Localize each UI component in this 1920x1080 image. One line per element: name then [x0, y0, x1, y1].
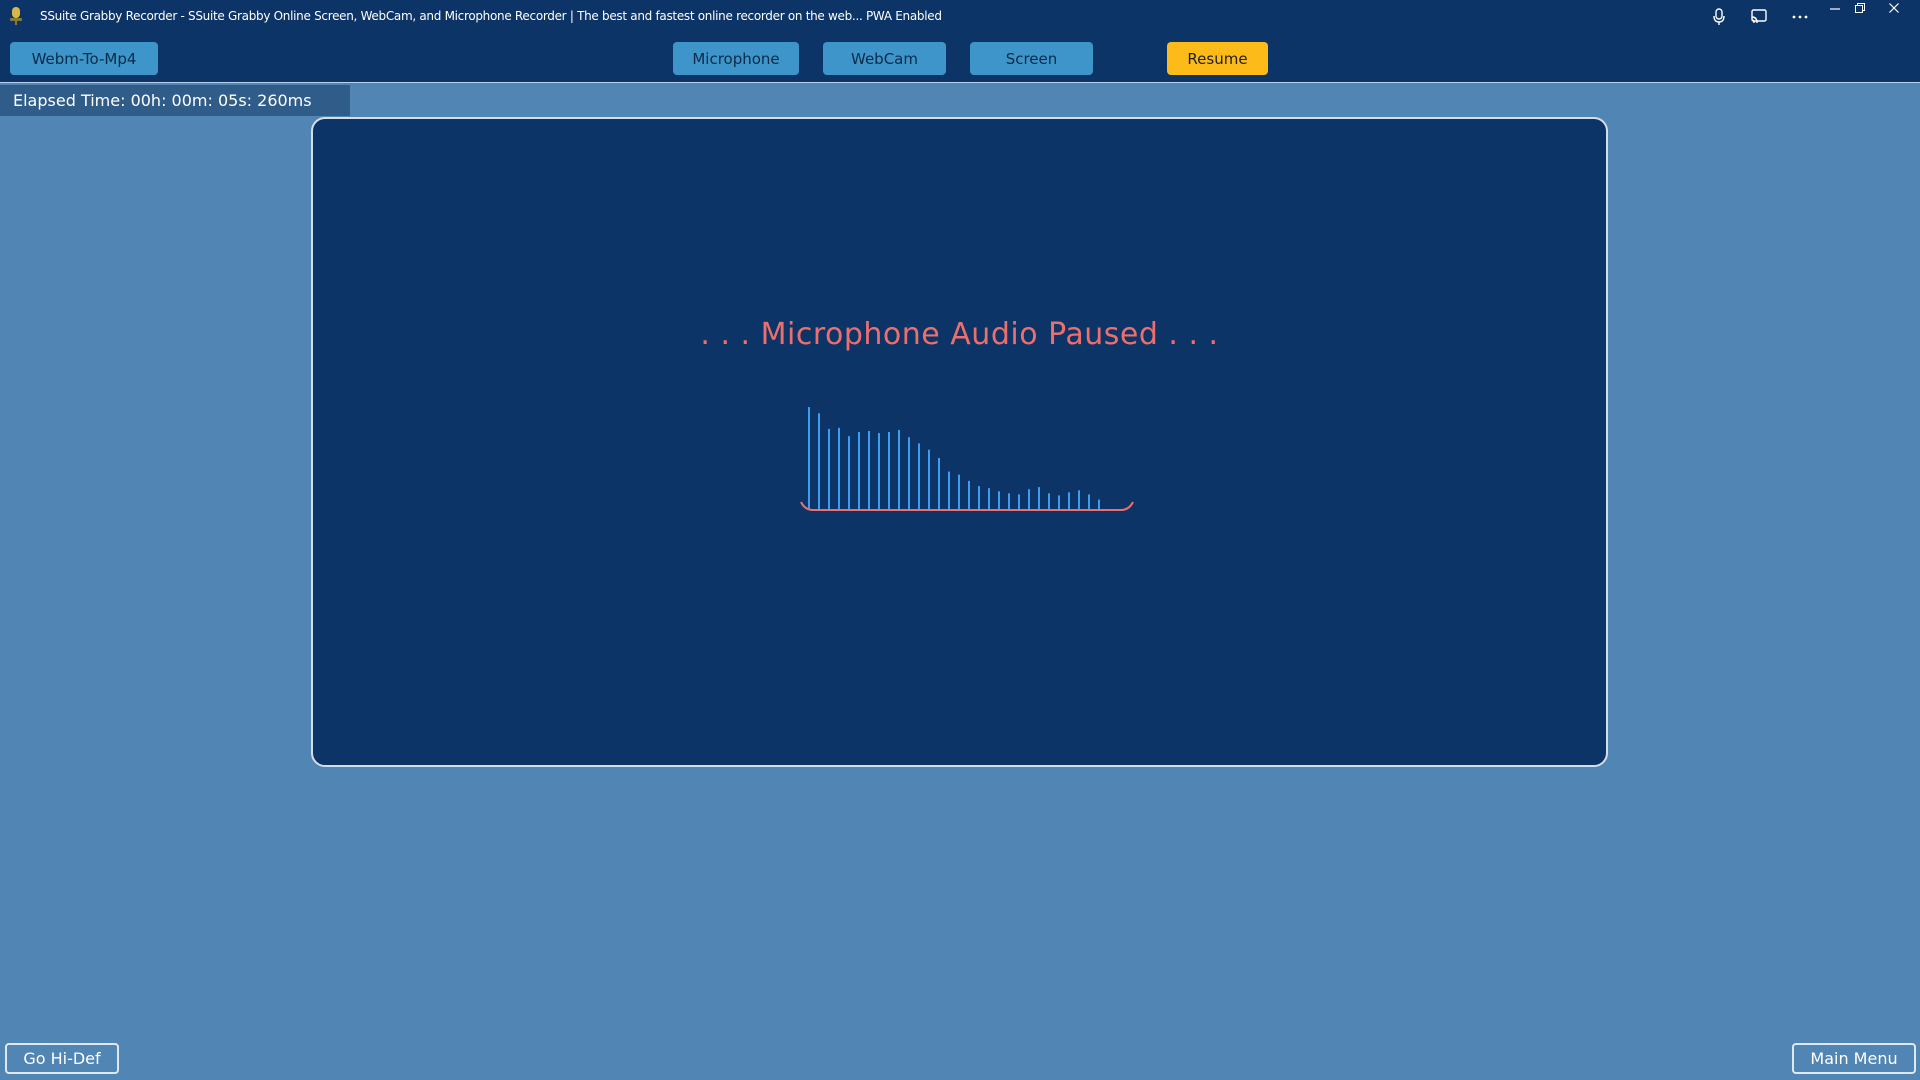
recording-panel: . . . Microphone Audio Paused . . . [311, 117, 1608, 767]
screen-button[interactable]: Screen [970, 42, 1093, 75]
main-menu-button[interactable]: Main Menu [1792, 1043, 1916, 1074]
resume-button[interactable]: Resume [1167, 42, 1268, 75]
restore-icon[interactable] [1848, 0, 1872, 16]
close-icon[interactable] [1882, 0, 1906, 16]
go-hi-def-button[interactable]: Go Hi-Def [5, 1043, 119, 1074]
title-bar: SSuite Grabby Recorder - SSuite Grabby O… [0, 0, 1920, 33]
webcam-button[interactable]: WebCam [823, 42, 946, 75]
webm-to-mp4-button[interactable]: Webm-To-Mp4 [10, 42, 158, 75]
minimize-icon[interactable] [1823, 0, 1847, 16]
microphone-icon[interactable] [1708, 6, 1730, 28]
microphone-app-icon [10, 7, 22, 25]
status-text: . . . Microphone Audio Paused . . . [700, 317, 1219, 352]
visualizer-baseline [800, 501, 1134, 511]
elapsed-time: Elapsed Time: 00h: 00m: 05s: 260ms [0, 85, 350, 116]
window-title: SSuite Grabby Recorder - SSuite Grabby O… [40, 9, 942, 23]
microphone-button[interactable]: Microphone [673, 42, 799, 75]
cast-icon[interactable] [1748, 6, 1770, 28]
audio-visualizer [800, 407, 1134, 511]
more-options-icon[interactable] [1789, 6, 1811, 28]
app-page: SSuite Grabby Recorder - SSuite Grabby O… [0, 0, 1920, 1080]
toolbar: Webm-To-Mp4 Microphone WebCam Screen Res… [0, 33, 1920, 83]
